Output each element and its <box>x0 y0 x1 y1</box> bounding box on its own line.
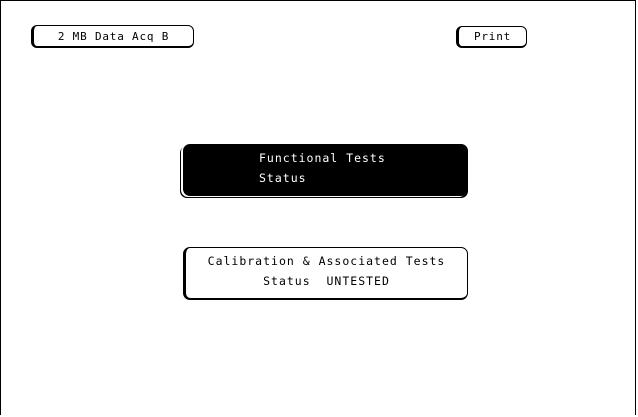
calibration-tests-button[interactable]: Calibration & Associated Tests Status UN… <box>183 247 468 300</box>
instrument-screen: 2 MB Data Acq B Print Functional Tests S… <box>0 0 636 415</box>
functional-tests-button[interactable]: Functional Tests Status <box>183 144 468 196</box>
calibration-tests-title: Calibration & Associated Tests <box>207 254 446 268</box>
module-select-label: 2 MB Data Acq B <box>57 29 170 43</box>
module-select-button[interactable]: 2 MB Data Acq B <box>31 25 194 48</box>
functional-tests-status: Status <box>259 171 307 185</box>
print-button[interactable]: Print <box>456 26 527 48</box>
functional-tests-title: Functional Tests <box>259 151 386 165</box>
print-button-label: Print <box>473 30 512 43</box>
calibration-tests-status: Status UNTESTED <box>263 274 390 288</box>
